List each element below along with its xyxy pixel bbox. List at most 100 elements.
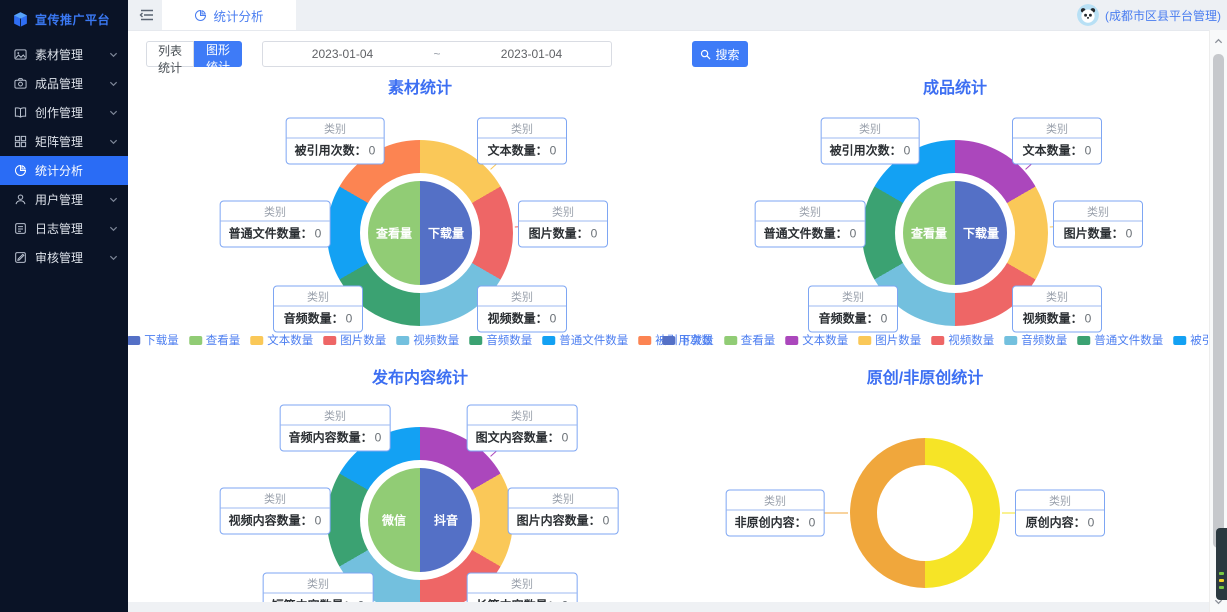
legend-item[interactable]: 普通文件数量 xyxy=(1077,332,1163,348)
tab-statistics[interactable]: 统计分析 xyxy=(162,0,296,30)
callout-value: 音频内容数量：0 xyxy=(281,426,390,451)
legend-swatch xyxy=(542,336,555,345)
sidebar-menu: 素材管理成品管理创作管理矩阵管理统计分析用户管理日志管理审核管理 xyxy=(0,40,128,272)
legend-item[interactable]: 下载量 xyxy=(662,332,714,348)
legend-label: 视频数量 xyxy=(948,332,994,348)
legend-item[interactable]: 视频数量 xyxy=(396,332,459,348)
callout-value: 图片数量：0 xyxy=(1054,222,1142,247)
vertical-scrollbar[interactable] xyxy=(1209,30,1227,612)
legend-swatch xyxy=(1004,336,1017,345)
callout-value: 文本数量：0 xyxy=(478,139,566,164)
chevron-down-icon xyxy=(109,195,118,204)
callout-box: 类别视频数量：0 xyxy=(477,286,567,333)
sidebar-item-label: 创作管理 xyxy=(35,104,83,121)
inner-pie-label: 微信 xyxy=(382,512,406,529)
chart-product-stats: 成品统计查看量下载量类别文本数量：0类别图片数量：0类别视频数量：0类别音频数量… xyxy=(670,70,1210,360)
sidebar-item-label: 审核管理 xyxy=(35,249,83,266)
audit-icon xyxy=(14,251,27,264)
inner-pie-label: 查看量 xyxy=(911,225,947,242)
legend-swatch xyxy=(858,336,871,345)
callout-category-header: 类别 xyxy=(281,406,390,426)
callout-box: 类别图片数量：0 xyxy=(1053,201,1143,248)
callout-category-header: 类别 xyxy=(519,202,607,222)
sidebar-item-label: 用户管理 xyxy=(35,191,83,208)
legend-label: 文本数量 xyxy=(267,332,313,348)
date-separator: ~ xyxy=(422,47,452,61)
sidebar-item-7[interactable]: 审核管理 xyxy=(0,243,128,272)
content-area: 列表统计 图形统计 2023-01-04 ~ 2023-01-04 搜索 素材统… xyxy=(128,30,1210,612)
sidebar-item-6[interactable]: 日志管理 xyxy=(0,214,128,243)
app-logo: 宣传推广平台 xyxy=(0,0,128,40)
callout-box: 类别音频数量：0 xyxy=(273,286,363,333)
scroll-up-icon[interactable] xyxy=(1210,34,1227,48)
legend-item[interactable]: 查看量 xyxy=(724,332,776,348)
sidebar-item-5[interactable]: 用户管理 xyxy=(0,185,128,214)
list-stats-button[interactable]: 列表统计 xyxy=(146,41,194,67)
scrollbar-thumb[interactable] xyxy=(1213,54,1224,548)
callout-value: 图文内容数量：0 xyxy=(468,426,577,451)
callout-box: 类别长篇内容数量：0 xyxy=(467,573,578,603)
callout-category-header: 类别 xyxy=(478,119,566,139)
filter-bar: 列表统计 图形统计 2023-01-04 ~ 2023-01-04 搜索 xyxy=(146,41,242,67)
legend-item[interactable]: 图片数量 xyxy=(858,332,921,348)
legend-item[interactable]: 下载量 xyxy=(128,332,179,348)
legend-label: 下载量 xyxy=(679,332,714,348)
end-date[interactable]: 2023-01-04 xyxy=(452,47,611,61)
callout-category-header: 类别 xyxy=(809,287,897,307)
search-button[interactable]: 搜索 xyxy=(692,41,748,67)
sidebar-item-1[interactable]: 成品管理 xyxy=(0,69,128,98)
callout-value: 普通文件数量：0 xyxy=(221,222,330,247)
donut-hole xyxy=(877,465,973,561)
chart-stats-button[interactable]: 图形统计 xyxy=(194,41,242,67)
callout-value: 视频数量：0 xyxy=(478,307,566,332)
legend-item[interactable]: 音频数量 xyxy=(1004,332,1067,348)
sidebar-item-0[interactable]: 素材管理 xyxy=(0,40,128,69)
floating-widget[interactable] xyxy=(1216,528,1227,600)
legend-item[interactable]: 普通文件数量 xyxy=(542,332,628,348)
legend-swatch xyxy=(396,336,409,345)
legend-label: 查看量 xyxy=(206,332,241,348)
legend-item[interactable]: 音频数量 xyxy=(469,332,532,348)
callout-category-header: 类别 xyxy=(274,287,362,307)
date-range-picker[interactable]: 2023-01-04 ~ 2023-01-04 xyxy=(262,41,612,67)
legend-item[interactable]: 查看量 xyxy=(189,332,241,348)
callout-category-header: 类别 xyxy=(1013,287,1101,307)
callout-category-header: 类别 xyxy=(221,202,330,222)
image-icon xyxy=(14,48,27,61)
legend-swatch xyxy=(189,336,202,345)
sidebar-item-2[interactable]: 创作管理 xyxy=(0,98,128,127)
inner-pie-label: 下载量 xyxy=(963,225,999,242)
legend-item[interactable]: 文本数量 xyxy=(785,332,848,348)
callout-box: 类别音频数量：0 xyxy=(808,286,898,333)
chart-published-content-stats: 发布内容统计微信抖音类别图文内容数量：0类别图片内容数量：0类别长篇内容数量：0… xyxy=(128,360,670,602)
legend-item[interactable]: 图片数量 xyxy=(323,332,386,348)
legend-item[interactable]: 文本数量 xyxy=(250,332,313,348)
charts-grid: 素材统计查看量下载量类别文本数量：0类别图片数量：0类别视频数量：0类别音频数量… xyxy=(128,70,1210,602)
logo-cube-icon xyxy=(12,11,29,28)
chevron-down-icon xyxy=(109,224,118,233)
legend-swatch xyxy=(250,336,263,345)
callout-box: 类别视频内容数量：0 xyxy=(220,488,331,535)
legend-label: 图片数量 xyxy=(875,332,921,348)
chart-original-stats: 原创/非原创统计类别原创内容：0类别非原创内容：0 xyxy=(670,360,1210,602)
user-avatar[interactable] xyxy=(1077,4,1099,26)
callout-value: 普通文件数量：0 xyxy=(756,222,865,247)
camera-icon xyxy=(14,77,27,90)
callout-value: 文本数量：0 xyxy=(1013,139,1101,164)
callout-value: 视频内容数量：0 xyxy=(221,509,330,534)
legend-swatch xyxy=(1173,336,1186,345)
search-icon xyxy=(700,49,711,60)
user-icon xyxy=(14,193,27,206)
start-date[interactable]: 2023-01-04 xyxy=(263,47,422,61)
legend-item[interactable]: 被引用次数 xyxy=(1173,332,1210,348)
collapse-sidebar-icon[interactable] xyxy=(139,7,155,23)
legend-label: 普通文件数量 xyxy=(1094,332,1163,348)
callout-category-header: 类别 xyxy=(468,406,577,426)
tab-label: 统计分析 xyxy=(213,6,263,25)
sidebar-item-3[interactable]: 矩阵管理 xyxy=(0,127,128,156)
legend-item[interactable]: 视频数量 xyxy=(931,332,994,348)
pie-chart-icon xyxy=(194,9,207,22)
sidebar-item-4[interactable]: 统计分析 xyxy=(0,156,128,185)
callout-value: 音频数量：0 xyxy=(809,307,897,332)
bottom-strip xyxy=(128,602,1210,612)
